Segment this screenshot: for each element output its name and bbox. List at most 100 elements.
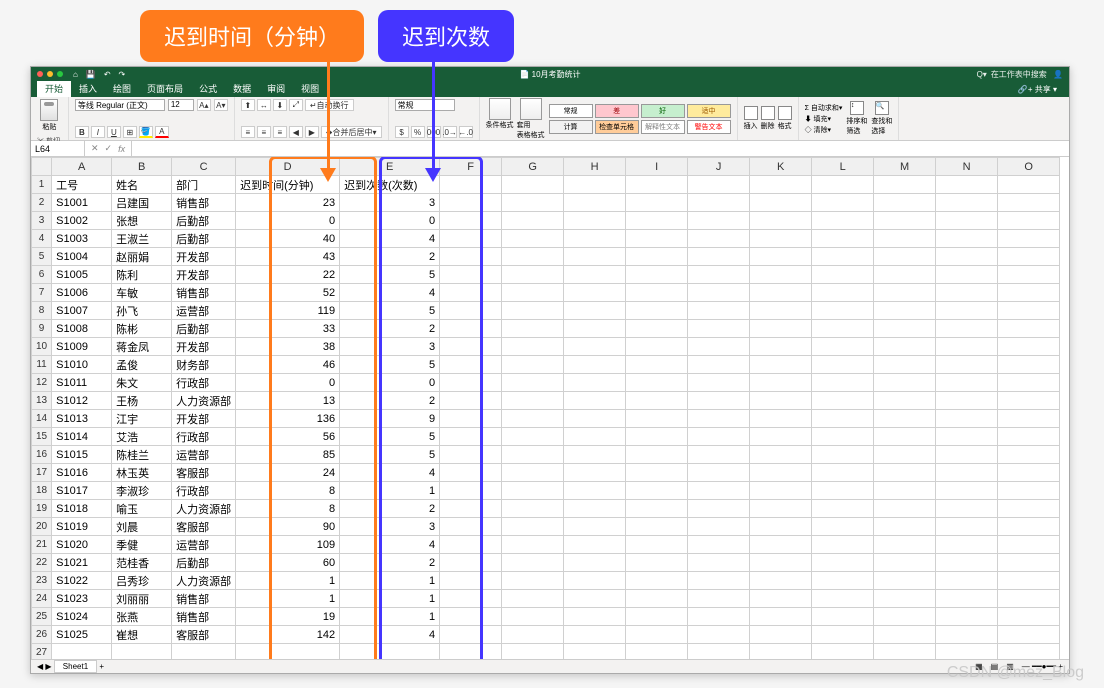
cell[interactable] bbox=[626, 608, 688, 626]
cell[interactable]: 刘晨 bbox=[112, 518, 172, 536]
cell[interactable] bbox=[502, 572, 564, 590]
cell[interactable] bbox=[440, 230, 502, 248]
cell[interactable]: 喻玉 bbox=[112, 500, 172, 518]
cell[interactable]: S1010 bbox=[52, 356, 112, 374]
cell[interactable]: S1014 bbox=[52, 428, 112, 446]
cell[interactable] bbox=[812, 212, 874, 230]
cell[interactable] bbox=[564, 608, 626, 626]
cell[interactable] bbox=[750, 482, 812, 500]
cell[interactable] bbox=[936, 608, 998, 626]
cell[interactable]: 林玉英 bbox=[112, 464, 172, 482]
cell[interactable] bbox=[626, 626, 688, 644]
cell[interactable]: 开发部 bbox=[172, 338, 236, 356]
cell[interactable] bbox=[750, 554, 812, 572]
cell[interactable] bbox=[688, 428, 750, 446]
cell[interactable] bbox=[936, 248, 998, 266]
clear-button[interactable]: ◇ 清除▾ bbox=[805, 125, 843, 135]
cell[interactable]: S1015 bbox=[52, 446, 112, 464]
cell[interactable] bbox=[874, 212, 936, 230]
cell[interactable] bbox=[688, 410, 750, 428]
cell[interactable]: S1001 bbox=[52, 194, 112, 212]
cell[interactable] bbox=[688, 482, 750, 500]
save-icon[interactable]: 💾 bbox=[86, 70, 96, 79]
cell[interactable]: 9 bbox=[340, 410, 440, 428]
row-header[interactable]: 15 bbox=[32, 428, 52, 446]
table-row[interactable]: 18S1017李淑珍行政部81 bbox=[32, 482, 1060, 500]
cell[interactable]: S1023 bbox=[52, 590, 112, 608]
cell[interactable]: 85 bbox=[236, 446, 340, 464]
cell[interactable] bbox=[812, 356, 874, 374]
cell[interactable] bbox=[688, 464, 750, 482]
cell[interactable] bbox=[340, 644, 440, 660]
cell[interactable] bbox=[564, 410, 626, 428]
cell[interactable] bbox=[626, 536, 688, 554]
underline-button[interactable]: U bbox=[107, 126, 121, 138]
cell[interactable] bbox=[874, 194, 936, 212]
cell[interactable] bbox=[440, 338, 502, 356]
cell[interactable]: 崔想 bbox=[112, 626, 172, 644]
cell[interactable]: 工号 bbox=[52, 176, 112, 194]
sheet-nav-prev[interactable]: ◀ bbox=[37, 662, 43, 671]
cell[interactable]: 部门 bbox=[172, 176, 236, 194]
decrease-decimal-button[interactable]: ←.0 bbox=[459, 126, 473, 138]
cell[interactable] bbox=[750, 230, 812, 248]
cell[interactable] bbox=[998, 266, 1060, 284]
decrease-font-button[interactable]: A▾ bbox=[214, 99, 228, 111]
cell[interactable] bbox=[564, 500, 626, 518]
cell[interactable]: 8 bbox=[236, 500, 340, 518]
cell[interactable] bbox=[502, 284, 564, 302]
cell[interactable] bbox=[564, 428, 626, 446]
col-header-I[interactable]: I bbox=[626, 158, 688, 176]
cell[interactable]: S1003 bbox=[52, 230, 112, 248]
cell[interactable] bbox=[812, 230, 874, 248]
cell[interactable] bbox=[750, 572, 812, 590]
tab-公式[interactable]: 公式 bbox=[191, 80, 225, 97]
cell-style[interactable]: 适中 bbox=[687, 104, 731, 118]
indent-decrease-button[interactable]: ◀ bbox=[289, 126, 303, 138]
cell[interactable] bbox=[688, 626, 750, 644]
cell[interactable] bbox=[440, 482, 502, 500]
cell[interactable] bbox=[688, 374, 750, 392]
cell[interactable] bbox=[626, 302, 688, 320]
cell[interactable]: 13 bbox=[236, 392, 340, 410]
cell[interactable] bbox=[440, 194, 502, 212]
cell[interactable] bbox=[750, 536, 812, 554]
row-header[interactable]: 18 bbox=[32, 482, 52, 500]
cell[interactable]: 客服部 bbox=[172, 626, 236, 644]
font-color-button[interactable]: A bbox=[155, 126, 169, 138]
cell[interactable]: 4 bbox=[340, 284, 440, 302]
orientation-button[interactable]: ⤢ bbox=[289, 99, 303, 111]
cell[interactable] bbox=[812, 536, 874, 554]
percent-button[interactable]: % bbox=[411, 126, 425, 138]
col-header-O[interactable]: O bbox=[998, 158, 1060, 176]
cell[interactable] bbox=[998, 428, 1060, 446]
cell[interactable]: 后勤部 bbox=[172, 212, 236, 230]
row-header[interactable]: 22 bbox=[32, 554, 52, 572]
row-header[interactable]: 6 bbox=[32, 266, 52, 284]
cell[interactable] bbox=[874, 644, 936, 660]
cell[interactable]: 赵丽娟 bbox=[112, 248, 172, 266]
cell[interactable] bbox=[626, 428, 688, 446]
cell[interactable]: 4 bbox=[340, 464, 440, 482]
cell[interactable] bbox=[812, 194, 874, 212]
cell[interactable] bbox=[440, 302, 502, 320]
cell[interactable]: 吕秀珍 bbox=[112, 572, 172, 590]
cell[interactable] bbox=[998, 212, 1060, 230]
cell[interactable]: S1006 bbox=[52, 284, 112, 302]
cell[interactable] bbox=[440, 356, 502, 374]
cell[interactable]: 蒋金凤 bbox=[112, 338, 172, 356]
col-header-J[interactable]: J bbox=[688, 158, 750, 176]
cell[interactable] bbox=[750, 392, 812, 410]
cell[interactable] bbox=[502, 302, 564, 320]
cell[interactable]: 销售部 bbox=[172, 590, 236, 608]
cell[interactable] bbox=[688, 500, 750, 518]
cell[interactable] bbox=[874, 284, 936, 302]
row-header[interactable]: 23 bbox=[32, 572, 52, 590]
fill-color-button[interactable]: 🪣 bbox=[139, 126, 153, 138]
cell[interactable] bbox=[564, 212, 626, 230]
tab-视图[interactable]: 视图 bbox=[293, 80, 327, 97]
table-row[interactable]: 21S1020季健运营部1094 bbox=[32, 536, 1060, 554]
cell[interactable] bbox=[750, 626, 812, 644]
table-format-icon[interactable] bbox=[520, 98, 542, 120]
cell[interactable] bbox=[936, 284, 998, 302]
